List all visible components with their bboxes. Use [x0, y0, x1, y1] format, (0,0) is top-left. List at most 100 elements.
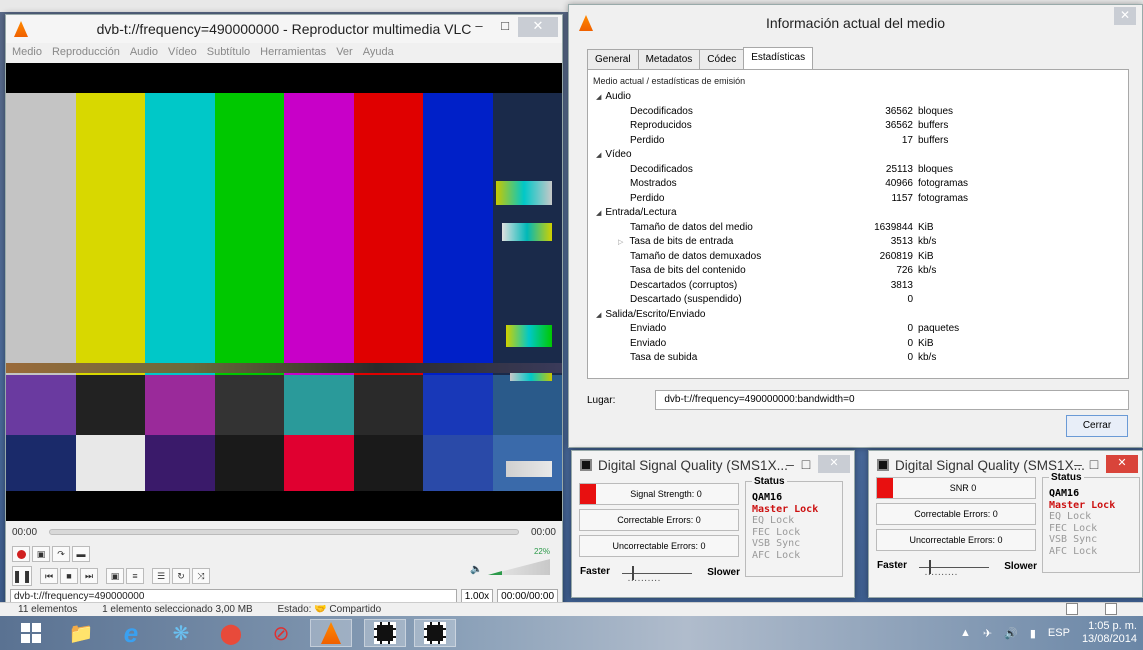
glitch-block-1 [496, 181, 552, 205]
tree-group[interactable]: ◢ Vídeo [588, 148, 1128, 163]
stop-button[interactable]: ■ [60, 568, 78, 584]
language-indicator[interactable]: ESP [1048, 627, 1070, 639]
pause-button[interactable]: ❚❚ [12, 566, 32, 586]
maximize-button[interactable]: □ [492, 17, 518, 37]
location-field[interactable]: dvb-t://frequency=490000000:bandwidth=0 [655, 390, 1129, 410]
taskbar-signal-quality-1[interactable] [364, 619, 406, 647]
stat-label: Descartados (corruptos) [630, 279, 737, 294]
snapshot-button[interactable]: ▣ [32, 546, 50, 562]
tree-row[interactable]: Decodificados 25113 bloques [588, 163, 1128, 178]
taskbar-ie[interactable]: e [110, 618, 152, 648]
menu-audio[interactable]: Audio [130, 43, 158, 61]
taskbar-network[interactable]: ❋ [160, 619, 202, 647]
loop-button[interactable]: ↻ [172, 568, 190, 584]
tab-estadisticas[interactable]: Estadísticas [743, 47, 814, 69]
info-title-bar[interactable]: Información actual del medio ✕ [569, 5, 1142, 41]
menu-subtitulo[interactable]: Subtítulo [207, 43, 250, 61]
taskbar-vlc[interactable] [310, 619, 352, 647]
tab-codec[interactable]: Códec [699, 49, 745, 69]
chip-icon [580, 459, 592, 471]
collapse-arrow-icon[interactable]: ◢ [596, 152, 601, 159]
battery-icon[interactable]: ▮ [1030, 627, 1036, 640]
tree-group[interactable]: ◢ Audio [588, 90, 1128, 105]
status-qam: QAM16 [752, 492, 783, 503]
collapse-arrow-icon[interactable]: ◢ [596, 94, 601, 101]
sq1-maximize-button[interactable]: □ [798, 456, 814, 472]
tree-row[interactable]: Decodificados 36562 bloques [588, 105, 1128, 120]
sq2-title-bar[interactable]: Digital Signal Quality (SMS1X... – □ ✕ [869, 451, 1142, 479]
minimize-button[interactable]: – [466, 17, 492, 37]
cerrar-button[interactable]: Cerrar [1066, 415, 1128, 437]
status-master-lock: Master Lock [1049, 499, 1116, 511]
details-view-icon[interactable] [1066, 603, 1079, 616]
playlist-button[interactable]: ☰ [152, 568, 170, 584]
loop-ab-button[interactable]: ↷ [52, 546, 70, 562]
collapse-arrow-icon[interactable]: ◢ [596, 210, 601, 217]
tree-row[interactable]: Reproducidos 36562 buffers [588, 119, 1128, 134]
previous-button[interactable]: ⏮ [40, 568, 58, 584]
airplane-icon[interactable]: ✈ [983, 627, 992, 640]
taskbar-signal-quality-2[interactable] [414, 619, 456, 647]
clock[interactable]: 1:05 p. m. 13/08/2014 [1082, 620, 1137, 646]
collapse-arrow-icon[interactable]: ◢ [596, 312, 601, 319]
next-button[interactable]: ⏭ [80, 568, 98, 584]
volume-control[interactable]: 🔈 22% [470, 547, 550, 575]
menu-ver[interactable]: Ver [336, 43, 353, 61]
menu-medio[interactable]: Medio [12, 43, 42, 61]
item-count: 11 elementos [18, 604, 78, 615]
sq2-close-button[interactable]: ✕ [1106, 455, 1138, 473]
menu-reproduccion[interactable]: Reproducción [52, 43, 120, 61]
tree-row[interactable]: Tamaño de datos demuxados 260819 KiB [588, 250, 1128, 265]
vlc-title-bar[interactable]: dvb-t://frequency=490000000 - Reproducto… [6, 15, 562, 43]
tree-row[interactable]: Enviado 0 KiB [588, 337, 1128, 352]
start-button[interactable] [10, 619, 52, 647]
menu-herramientas[interactable]: Herramientas [260, 43, 326, 61]
stat-unit: KiB [918, 221, 934, 233]
tree-row[interactable]: Tasa de bits del contenido 726 kb/s [588, 264, 1128, 279]
speaker-icon[interactable]: 🔈 [470, 564, 482, 575]
video-area[interactable] [6, 63, 562, 521]
tree-row[interactable]: Descartados (corruptos) 3813 [588, 279, 1128, 294]
extended-settings-button[interactable]: ≡ [126, 568, 144, 584]
sq1-minimize-button[interactable]: – [782, 456, 798, 472]
taskbar-explorer[interactable]: 📁 [60, 619, 102, 647]
tree-group[interactable]: ◢ Entrada/Lectura [588, 206, 1128, 221]
stat-value: 25113 [885, 163, 913, 175]
tab-metadatos[interactable]: Metadatos [637, 49, 701, 69]
tree-group[interactable]: ◢ Salida/Escrito/Enviado [588, 308, 1128, 323]
tree-row[interactable]: Tasa de subida 0 kb/s [588, 351, 1128, 366]
expand-arrow-icon[interactable]: ▷ [618, 239, 623, 246]
sq2-maximize-button[interactable]: □ [1086, 456, 1102, 472]
frame-step-button[interactable]: ▬ [72, 546, 90, 562]
tree-row[interactable]: Enviado 0 paquetes [588, 322, 1128, 337]
tree-row[interactable]: Descartado (suspendido) 0 [588, 293, 1128, 308]
tree-row[interactable]: ▷ Tasa de bits de entrada 3513 kb/s [588, 235, 1128, 250]
statistics-tree[interactable]: ◢ Audio Decodificados 36562 bloques Reproduci… [588, 90, 1128, 366]
equalizer-icon: ≡ [132, 571, 138, 581]
tree-row[interactable]: Perdido 17 buffers [588, 134, 1128, 149]
frame-step-icon: ▬ [76, 549, 86, 559]
tree-row[interactable]: Perdido 1157 fotogramas [588, 192, 1128, 207]
tree-row[interactable]: Mostrados 40966 fotogramas [588, 177, 1128, 192]
tab-general[interactable]: General [587, 49, 639, 69]
info-close-button[interactable]: ✕ [1114, 7, 1136, 25]
sq2-minimize-button[interactable]: – [1070, 456, 1086, 472]
thumbnails-view-icon[interactable] [1105, 603, 1117, 616]
shuffle-button[interactable]: ⤨ [192, 568, 210, 584]
volume-fill [488, 571, 502, 575]
record-button[interactable] [12, 546, 30, 562]
sq1-title-bar[interactable]: Digital Signal Quality (SMS1X... – □ ✕ [572, 451, 854, 479]
menu-ayuda[interactable]: Ayuda [363, 43, 394, 61]
tree-row[interactable]: Tamaño de datos del medio 1639844 KiB [588, 221, 1128, 236]
seek-slider[interactable] [49, 529, 519, 535]
fullscreen-button[interactable]: ▣ [106, 568, 124, 584]
menu-video[interactable]: Vídeo [168, 43, 197, 61]
show-hidden-icon[interactable]: ▲ [960, 627, 971, 639]
taskbar-chrome[interactable]: ⬤ [210, 619, 252, 647]
refresh-speed-slider[interactable]: Faster ·········· Slower [877, 557, 1037, 579]
close-button[interactable]: ✕ [518, 17, 558, 37]
taskbar-blocked-app[interactable]: ⊘ [260, 619, 302, 647]
refresh-speed-slider[interactable]: Faster ·········· Slower [580, 563, 740, 585]
sq1-close-button[interactable]: ✕ [818, 455, 850, 473]
speaker-icon[interactable]: 🔊 [1004, 627, 1018, 640]
